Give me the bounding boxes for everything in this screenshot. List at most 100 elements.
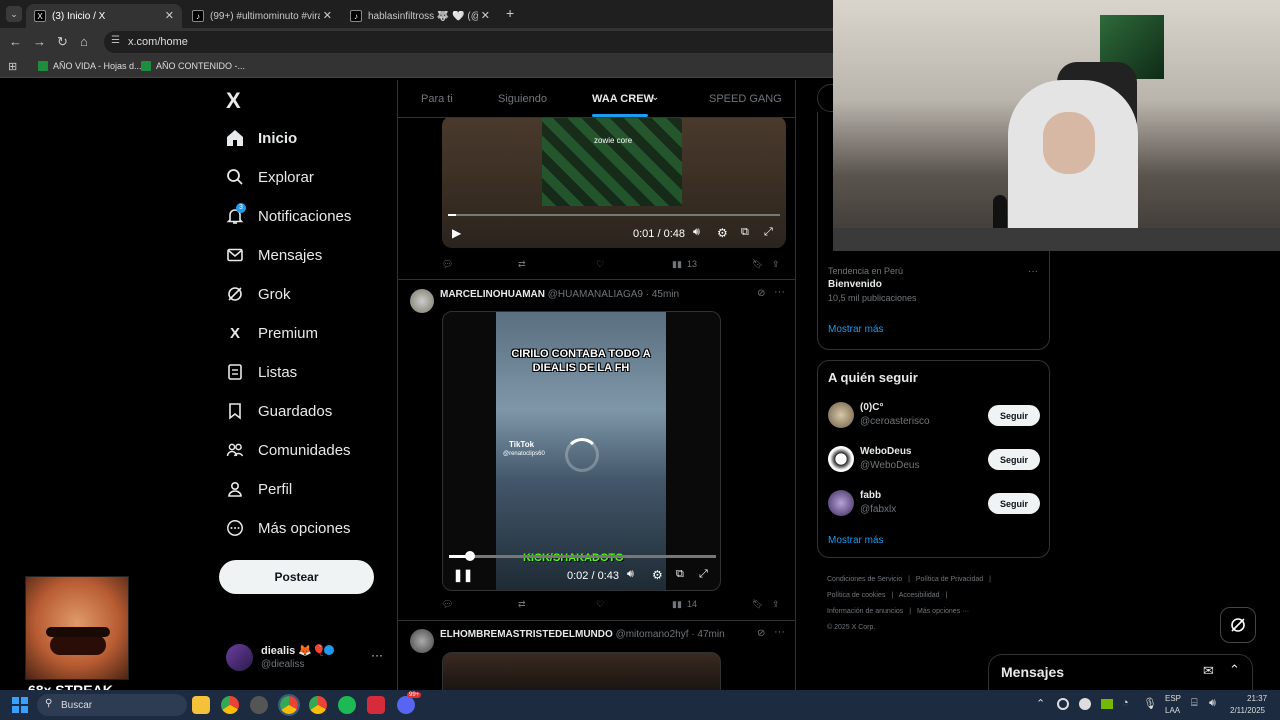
follow-button[interactable]: Seguir — [988, 493, 1040, 514]
more-dots-icon[interactable]: ··· — [774, 286, 785, 298]
browser-tab-tiktok-2[interactable]: ♪ hablasinfiltross 🐺 🤍 (@hablas ✕ — [342, 4, 498, 28]
reload-icon[interactable]: ↻ — [57, 34, 68, 50]
footer-link[interactable]: Política de Privacidad — [916, 576, 983, 583]
footer-link[interactable]: Más opciones ··· — [917, 608, 969, 615]
author-handle[interactable]: @HUAMANALIAGA9 — [548, 289, 643, 300]
nav-comunidades[interactable]: Comunidades — [226, 441, 351, 459]
nav-guardados[interactable]: Guardados — [226, 402, 332, 420]
new-tab-button[interactable]: + — [506, 5, 514, 21]
home-icon[interactable]: ⌂ — [80, 34, 88, 49]
bookmark-icon[interactable]: 🔖︎ — [752, 259, 763, 270]
close-tab-icon[interactable]: ✕ — [481, 9, 490, 22]
nav-notificaciones[interactable]: 3 Notificaciones — [226, 203, 351, 225]
tab-speed-gang[interactable]: SPEED GANG — [709, 93, 782, 105]
chevron-down-icon[interactable]: ⌄ — [651, 92, 659, 103]
nvidia-icon[interactable] — [1101, 699, 1113, 709]
chrome-icon[interactable] — [309, 696, 327, 714]
retweet-icon[interactable]: ⇄ — [518, 599, 526, 610]
taskbar-search[interactable]: ⚲ Buscar — [37, 694, 187, 716]
author-name[interactable]: ELHOMBREMASTRISTEDELMUNDO — [440, 629, 613, 640]
microphone-icon[interactable]: 🎙︎ — [1143, 697, 1157, 710]
nav-premium[interactable]: X Premium — [226, 324, 318, 342]
footer-link[interactable]: Condiciones de Servicio — [827, 576, 902, 583]
address-input[interactable]: ☰ x.com/home — [104, 31, 844, 53]
messages-drawer[interactable]: Mensajes ✉ ⌃ — [988, 654, 1253, 690]
spotify-icon[interactable] — [338, 696, 356, 714]
settings-icon[interactable]: ⚙ — [652, 568, 663, 582]
close-tab-icon[interactable]: ✕ — [323, 9, 332, 22]
browser-tab-tiktok-1[interactable]: ♪ (99+) #ultimominuto #vira #din ✕ — [184, 4, 340, 28]
volume-icon[interactable]: 🔊︎ — [1209, 697, 1216, 710]
tray-chevron-icon[interactable]: ⌃ — [1036, 697, 1045, 710]
expand-icon[interactable]: ⌃ — [1229, 662, 1240, 678]
reply-icon[interactable]: 💬︎ — [442, 599, 453, 610]
suggestion-item[interactable]: (0)C° @ceroasterisco Seguir — [818, 401, 1049, 441]
avatar[interactable] — [410, 289, 434, 313]
grok-icon[interactable]: ⊘ — [757, 628, 765, 639]
x-logo[interactable]: X — [226, 88, 241, 114]
bookmark-item[interactable]: AÑO CONTENIDO -... — [141, 61, 245, 71]
nav-grok[interactable]: Grok — [226, 285, 291, 303]
video-scrubber[interactable] — [465, 551, 475, 561]
language-indicator[interactable]: ESP — [1165, 694, 1181, 703]
discord-icon[interactable] — [397, 696, 415, 714]
tab-siguiendo[interactable]: Siguiendo — [498, 93, 547, 105]
avatar[interactable] — [410, 629, 434, 653]
tray-icon[interactable] — [1057, 698, 1069, 710]
suggestion-item[interactable]: fabb @fabxlx Seguir — [818, 489, 1049, 529]
tray-icon[interactable] — [1079, 698, 1091, 710]
pause-icon[interactable]: ❚❚ — [453, 568, 473, 582]
views-icon[interactable]: ▮▮ — [672, 599, 682, 610]
reply-icon[interactable]: 💬︎ — [442, 259, 453, 270]
chrome-icon[interactable] — [278, 694, 300, 716]
suggestion-item[interactable]: WeboDeus @WeboDeus Seguir — [818, 445, 1049, 485]
clock-time[interactable]: 21:37 — [1247, 694, 1267, 703]
nav-inicio[interactable]: Inicio — [226, 129, 297, 147]
grok-icon[interactable]: ⊘ — [757, 288, 765, 299]
footer-link[interactable]: Política de cookies — [827, 592, 885, 599]
tweet-video-1[interactable]: zowie core ▶ 0:01 / 0:48 🔊︎ ⚙ ⧉ ⤢ — [442, 116, 786, 248]
network-icon[interactable]: ⌸ — [1191, 697, 1198, 710]
nav-listas[interactable]: Listas — [226, 363, 297, 381]
post-button[interactable]: Postear — [219, 560, 374, 594]
share-icon[interactable]: ⇪ — [772, 599, 780, 610]
footer-link[interactable]: Información de anuncios — [827, 608, 903, 615]
more-dots-icon[interactable]: ··· — [774, 626, 785, 638]
account-switcher[interactable]: diealis 🦊🎈 @diealiss ··· — [226, 642, 386, 674]
pip-icon[interactable]: ⧉ — [741, 226, 749, 239]
file-explorer-icon[interactable] — [192, 696, 210, 714]
pip-icon[interactable]: ⧉ — [676, 568, 684, 581]
like-icon[interactable]: ♡ — [596, 599, 604, 610]
bookmark-icon[interactable]: 🔖︎ — [752, 599, 763, 610]
windows-start-icon[interactable] — [12, 697, 28, 713]
show-more-trends-link[interactable]: Mostrar más — [828, 324, 884, 335]
show-more-follow-link[interactable]: Mostrar más — [828, 535, 884, 546]
tab-para-ti[interactable]: Para ti — [421, 93, 453, 105]
retweet-icon[interactable]: ⇄ — [518, 259, 526, 270]
follow-button[interactable]: Seguir — [988, 405, 1040, 426]
new-message-icon[interactable]: ✉ — [1203, 663, 1214, 679]
tweet-video-2[interactable]: CIRILO CONTABA TODO A DIEALIS DE LA FH T… — [442, 311, 721, 591]
tweet-media-3[interactable] — [442, 652, 721, 690]
nav-mensajes[interactable]: Mensajes — [226, 246, 322, 264]
more-dots-icon[interactable]: ··· — [1028, 266, 1038, 277]
browser-tab-x-home[interactable]: X (3) Inicio / X ✕ — [26, 4, 182, 28]
grok-float-button[interactable] — [1220, 607, 1256, 643]
chrome-icon[interactable] — [221, 696, 239, 714]
app-red-icon[interactable] — [367, 696, 385, 714]
nav-mas-opciones[interactable]: Más opciones — [226, 519, 351, 537]
play-icon[interactable]: ▶ — [452, 226, 461, 240]
like-icon[interactable]: ♡ — [596, 259, 604, 270]
site-info-icon[interactable]: ☰ — [111, 35, 120, 46]
footer-link[interactable]: Accesibilidad — [899, 592, 940, 599]
nav-explorar[interactable]: Explorar — [226, 168, 314, 186]
app-icon[interactable] — [250, 696, 268, 714]
volume-icon[interactable]: 🔊︎ — [693, 226, 700, 239]
forward-icon[interactable]: → — [33, 34, 46, 49]
close-tab-icon[interactable]: ✕ — [165, 9, 174, 22]
follow-button[interactable]: Seguir — [988, 449, 1040, 470]
author-handle[interactable]: @mitomano2hyf — [616, 629, 689, 640]
apps-grid-icon[interactable]: ⊞ — [8, 60, 17, 73]
fullscreen-icon[interactable]: ⤢ — [764, 226, 773, 239]
more-dots-icon[interactable]: ··· — [371, 648, 383, 662]
